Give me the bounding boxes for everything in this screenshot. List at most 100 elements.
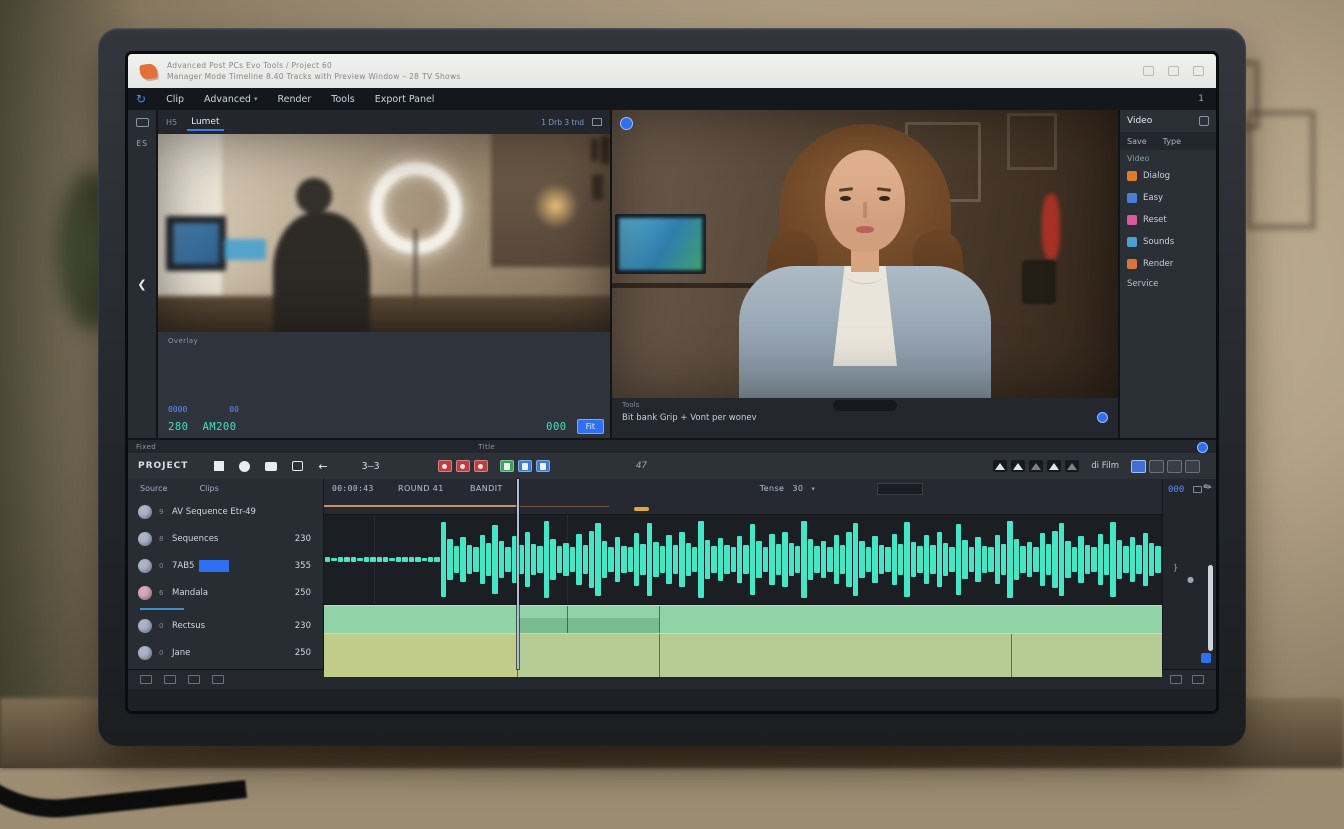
fit-button[interactable]: Fit [577,419,604,434]
layout-buttons [1131,460,1200,473]
mountain-view-icon[interactable] [1065,460,1079,472]
track-row[interactable]: 0 Jane 250 [128,639,323,666]
snap-toggle-icon[interactable] [1201,653,1211,663]
waveform-bar [686,543,691,576]
info-icon[interactable] [1097,412,1108,423]
file-clip-icon[interactable] [536,460,550,472]
tab-lumet[interactable]: Lumet [187,114,223,131]
record-tool-icon[interactable] [239,461,250,472]
maximize-button[interactable] [1168,66,1179,76]
vertical-scrollbar[interactable] [1208,565,1213,651]
audio-clip-row-2[interactable] [324,633,1162,677]
mountain-view-icon[interactable] [993,460,1007,472]
layout-option-icon[interactable] [1149,460,1164,473]
ruler-input-box[interactable] [877,483,923,495]
sidebar-footer[interactable]: Service [1120,275,1216,293]
small-panel-icon[interactable] [1193,486,1202,493]
mountain-view-icon[interactable] [1047,460,1061,472]
layout-option-icon[interactable] [1131,460,1146,473]
audio-track-1[interactable] [324,515,1162,605]
waveform-bar [499,541,504,577]
waveform-bar [1033,547,1038,572]
menu-render[interactable]: Render [277,94,311,105]
track-row[interactable]: 9 AV Sequence Etr-49 [128,498,323,525]
trash-icon[interactable] [1192,675,1204,684]
back-arrow-icon[interactable]: ← [318,461,327,472]
panel-icon[interactable] [1170,675,1182,684]
source-monitor-controls[interactable]: 1 Drb 3 tnd [541,118,602,127]
sidebar-item-render[interactable]: Render [1120,253,1216,275]
track-toggle[interactable] [138,619,152,633]
track-toggle-pink[interactable] [138,586,152,600]
mountain-view-icon[interactable] [1029,460,1043,472]
playhead[interactable] [517,479,519,669]
timeline-badge-icon[interactable] [1197,442,1208,453]
waveform-bar [634,533,639,585]
source-monitor-panel: H5 Lumet 1 Drb 3 tnd [158,110,610,438]
camera-clip-icon[interactable] [438,460,452,472]
sidebar-item-sounds[interactable]: Sounds [1120,231,1216,253]
overlay-label: Overlay [168,337,198,345]
panel-icon[interactable] [136,118,149,127]
collapse-chevron-icon[interactable]: ❮ [137,278,146,291]
clip-boundary [1011,634,1012,677]
waveform-bar [537,546,542,572]
sidebar-item-easy[interactable]: Easy [1120,187,1216,209]
waveform-bar [1020,546,1025,573]
track-toggle[interactable] [138,559,152,573]
camera-clip-icon[interactable] [456,460,470,472]
grid-icon[interactable] [140,675,152,684]
waveform-bar [692,547,697,572]
camera-clip-icon[interactable] [474,460,488,472]
track-row[interactable]: 6 Mandala 250 [128,579,323,606]
comment-tool-icon[interactable] [265,462,277,471]
track-row[interactable]: 0 Rectsus 230 [128,612,323,639]
refresh-icon[interactable]: ↻ [136,93,146,105]
program-video[interactable] [612,110,1118,398]
export-tool-icon[interactable] [292,461,303,471]
file-clip-icon[interactable] [518,460,532,472]
waveform-bar [1130,537,1135,583]
menu-advanced[interactable]: Advanced ▾ [204,94,257,105]
panel-menu-icon[interactable] [1199,116,1209,126]
tab-save[interactable]: Save [1127,137,1147,146]
track-toggle[interactable] [138,646,152,660]
track-area[interactable]: 00:00:43 ROUND 41 BANDIT Tense 30 ▾ [324,479,1162,669]
settings-icon[interactable] [592,118,602,126]
drag-handle[interactable] [833,400,897,411]
close-button[interactable] [1193,66,1204,76]
work-area-bar[interactable] [324,505,517,507]
audio-clip-row-1[interactable] [324,605,1162,633]
menu-tools[interactable]: Tools [331,94,354,105]
timeline-label-row: Fixed Title [128,440,1216,453]
audio-waveform[interactable] [324,515,1162,604]
program-badge-icon[interactable] [620,117,633,130]
layout-option-icon[interactable] [1167,460,1182,473]
layout-option-icon[interactable] [1185,460,1200,473]
timeline-marker[interactable] [634,507,649,511]
left-tool-strip: ES ❮ [128,110,156,438]
folder-clip-icon[interactable] [500,460,514,472]
list-icon[interactable] [164,675,176,684]
mountain-view-icon[interactable] [1011,460,1025,472]
tab-type[interactable]: Type [1163,137,1181,146]
sidebar-item-reset[interactable]: Reset [1120,209,1216,231]
track-toggle[interactable] [138,532,152,546]
pen-icon[interactable]: ✎ [1201,481,1214,495]
track-row-selected[interactable]: 0 7AB5 355 [128,552,323,579]
title-label: Title [478,443,495,451]
box-icon[interactable] [188,675,200,684]
menu-export-panel[interactable]: Export Panel [375,94,435,105]
minimize-button[interactable] [1143,66,1154,76]
sidebar-item-label: Reset [1143,215,1167,225]
stop-tool-icon[interactable] [214,461,224,471]
track-toggle[interactable] [138,505,152,519]
ruler-right-controls[interactable]: Tense 30 ▾ [760,484,816,493]
timeline-ruler[interactable]: 00:00:43 ROUND 41 BANDIT Tense 30 ▾ [324,479,1162,515]
ruler-round-label: ROUND 41 [398,484,444,493]
track-row[interactable]: 8 Sequences 230 [128,525,323,552]
square-icon[interactable] [212,675,224,684]
sidebar-item-dialog[interactable]: Dialog [1120,165,1216,187]
source-video[interactable] [158,134,610,332]
menu-clip[interactable]: Clip [166,94,184,105]
